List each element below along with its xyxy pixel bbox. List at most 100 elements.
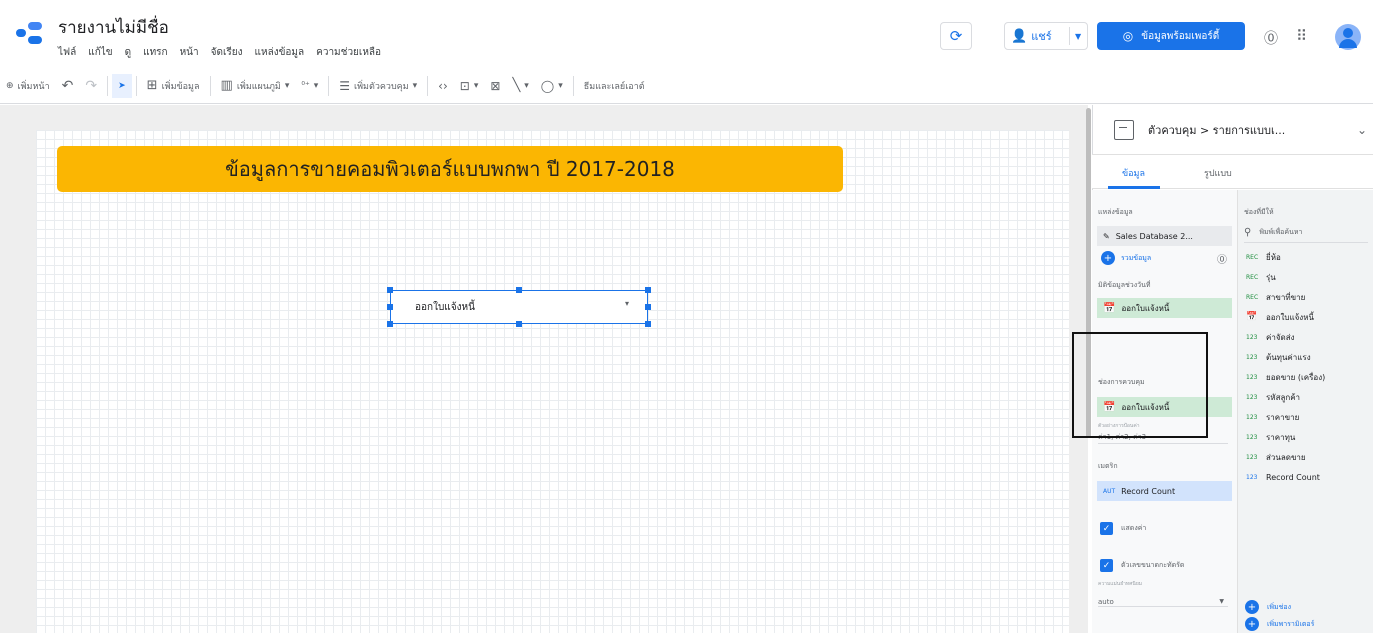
field-search-placeholder: พิมพ์เพื่อค้นหา: [1259, 228, 1303, 236]
field-name: ราคาขาย: [1266, 412, 1300, 422]
field-name: ค่าจัดส่ง: [1266, 332, 1295, 342]
add-circle-icon: +: [1245, 617, 1259, 631]
menu-insert[interactable]: แทรก: [143, 45, 167, 60]
theme-layout-button[interactable]: ธีมและเลย์เอาต์: [578, 74, 651, 98]
resize-handle[interactable]: [516, 287, 522, 293]
field-item[interactable]: REC รุ่น: [1246, 267, 1370, 287]
redo-button[interactable]: ↷: [79, 74, 103, 98]
show-values-checkbox[interactable]: ✓ แสดงค่า: [1100, 522, 1146, 535]
toolbar: ⊕ เพิ่มหน้า ↶ ↷ ➤ ⊞ เพิ่มข้อมูล ▥ เพิ่มแ…: [0, 68, 1373, 104]
field-type: 123: [1246, 413, 1258, 421]
field-item[interactable]: 123 ราคาทุน: [1246, 427, 1370, 447]
metric-heading: เมตริก: [1098, 462, 1118, 470]
resize-handle[interactable]: [645, 321, 651, 327]
add-data-label: เพิ่มข้อมูล: [161, 81, 200, 92]
community-viz-button[interactable]: ⁰⁺ ▾: [295, 74, 324, 98]
report-title[interactable]: รายงานไม่มีชื่อ: [58, 14, 169, 41]
blend-data-link[interactable]: + รวมข้อมูล: [1101, 251, 1151, 265]
report-page[interactable]: [36, 130, 1069, 633]
refresh-icon: ⟳: [949, 27, 963, 45]
metric-type: AUT: [1103, 487, 1116, 495]
field-item[interactable]: 123 ค่าจัดส่ง: [1246, 327, 1370, 347]
field-item[interactable]: 123 ต้นทุนค่าแรง: [1246, 347, 1370, 367]
highlight-box: [1072, 332, 1208, 438]
undo-button[interactable]: ↶: [56, 74, 80, 98]
field-type: 123: [1246, 473, 1258, 481]
field-item[interactable]: REC ยี่ห้อ: [1246, 247, 1370, 267]
menu-file[interactable]: ไฟล์: [58, 45, 76, 60]
data-source-name: Sales Database 2...: [1115, 231, 1193, 241]
field-type: REC: [1246, 293, 1259, 301]
resize-handle[interactable]: [645, 304, 651, 310]
image-button[interactable]: ⊡ ▾: [454, 74, 485, 98]
search-icon: ⚲: [1244, 227, 1252, 238]
menu-view[interactable]: ดู: [125, 45, 132, 60]
field-item[interactable]: 123 ส่วนลดขาย: [1246, 447, 1370, 467]
select-tool-button[interactable]: ➤: [112, 73, 132, 98]
share-button[interactable]: 👤 แชร์ ▼: [1004, 22, 1088, 50]
date-range-dimension-chip[interactable]: 📅 ออกใบแจ้งหนี้: [1097, 298, 1232, 318]
help-icon[interactable]: ⓪: [1217, 251, 1227, 266]
resize-handle[interactable]: [387, 321, 393, 327]
resize-handle[interactable]: [516, 321, 522, 327]
dropdown-arrow-icon: ▼: [1219, 598, 1224, 605]
metric-chip[interactable]: AUT Record Count: [1097, 481, 1232, 501]
menu-resource[interactable]: แหล่งข้อมูล: [255, 45, 305, 60]
shape-button[interactable]: ◯ ▾: [535, 74, 569, 98]
decimal-precision-select[interactable]: auto ▼: [1098, 598, 1228, 607]
field-item[interactable]: 123 ราคาขาย: [1246, 407, 1370, 427]
help-icon[interactable]: ⓪: [1264, 28, 1278, 48]
field-name: ยอดขาย (เครื่อง): [1266, 372, 1326, 382]
menu-help[interactable]: ความช่วยเหลือ: [316, 45, 381, 60]
field-item[interactable]: 123 รหัสลูกค้า: [1246, 387, 1370, 407]
field-name: ราคาทุน: [1266, 432, 1296, 442]
field-type: 123: [1246, 453, 1258, 461]
field-type: 123: [1246, 393, 1258, 401]
menu-page[interactable]: หน้า: [180, 45, 199, 60]
resize-handle[interactable]: [645, 287, 651, 293]
apps-grid-icon[interactable]: ⠿: [1296, 27, 1307, 45]
report-banner[interactable]: ข้อมูลการขายคอมพิวเตอร์แบบพกพา ปี 2017-2…: [57, 146, 843, 192]
pencil-icon: ✎: [1103, 231, 1110, 241]
add-control-button[interactable]: ☰ เพิ่มตัวควบคุม ▾: [333, 74, 423, 98]
field-item[interactable]: 123 ยอดขาย (เครื่อง): [1246, 367, 1370, 387]
dropdown-list-control[interactable]: ออกใบแจ้งหนี้ ▾: [390, 290, 648, 324]
control-label: ออกใบแจ้งหนี้: [415, 301, 475, 313]
properties-panel-header: ตัวควบคุม > รายการแบบเ... ⌄: [1092, 105, 1373, 155]
add-data-button[interactable]: ⊞ เพิ่มข้อมูล: [141, 74, 206, 98]
view-data-button[interactable]: ◎ ข้อมูลพร้อมเพอร์ดี้: [1097, 22, 1245, 50]
add-page-button[interactable]: ⊕ เพิ่มหน้า: [0, 74, 56, 98]
menu-arrange[interactable]: จัดเรียง: [211, 45, 243, 60]
field-search-input[interactable]: ⚲ พิมพ์เพื่อค้นหา: [1244, 227, 1368, 243]
metric-name: Record Count: [1121, 486, 1176, 496]
chevron-down-icon[interactable]: ▼: [1075, 32, 1081, 41]
add-field-button[interactable]: + เพิ่มช่อง: [1245, 600, 1291, 614]
show-values-label: แสดงค่า: [1121, 524, 1147, 532]
add-chart-button[interactable]: ▥ เพิ่มแผนภูมิ ▾: [215, 74, 296, 98]
data-source-selector[interactable]: ✎ Sales Database 2...: [1097, 226, 1232, 246]
date-range-heading: มิติข้อมูลช่วงวันที่: [1098, 281, 1151, 289]
menu-edit[interactable]: แก้ไข: [88, 45, 112, 60]
looker-studio-logo-icon: [16, 22, 42, 44]
resize-handle[interactable]: [387, 287, 393, 293]
decimal-precision-value: auto: [1098, 598, 1114, 606]
resize-handle[interactable]: [387, 304, 393, 310]
available-fields-heading: ช่องที่มีให้: [1244, 208, 1274, 216]
refresh-button[interactable]: ⟳: [940, 22, 972, 50]
field-type: REC: [1246, 253, 1259, 261]
line-button[interactable]: ╲ ▾: [506, 74, 534, 98]
embed-url-button[interactable]: ‹›: [432, 74, 454, 98]
compact-numbers-checkbox[interactable]: ✓ ตัวเลขขนาดกะทัดรัด: [1100, 559, 1184, 572]
panel-breadcrumb: ตัวควบคุม > รายการแบบเ...: [1148, 123, 1286, 137]
tab-data[interactable]: ข้อมูล: [1122, 166, 1145, 180]
tab-style[interactable]: รูปแบบ: [1204, 166, 1232, 180]
calendar-icon: 📅: [1246, 312, 1258, 322]
chevron-down-icon[interactable]: ⌄: [1357, 123, 1367, 137]
avatar[interactable]: [1335, 24, 1361, 50]
add-parameter-button[interactable]: + เพิ่มพารามิเตอร์: [1245, 617, 1314, 631]
field-item[interactable]: REC สาขาที่ขาย: [1246, 287, 1370, 307]
field-item[interactable]: 123 Record Count: [1246, 467, 1370, 487]
redo-icon: ↷: [85, 77, 98, 94]
field-item[interactable]: 📅 ออกใบแจ้งหนี้: [1246, 307, 1370, 327]
text-button[interactable]: ⊠: [484, 74, 506, 98]
